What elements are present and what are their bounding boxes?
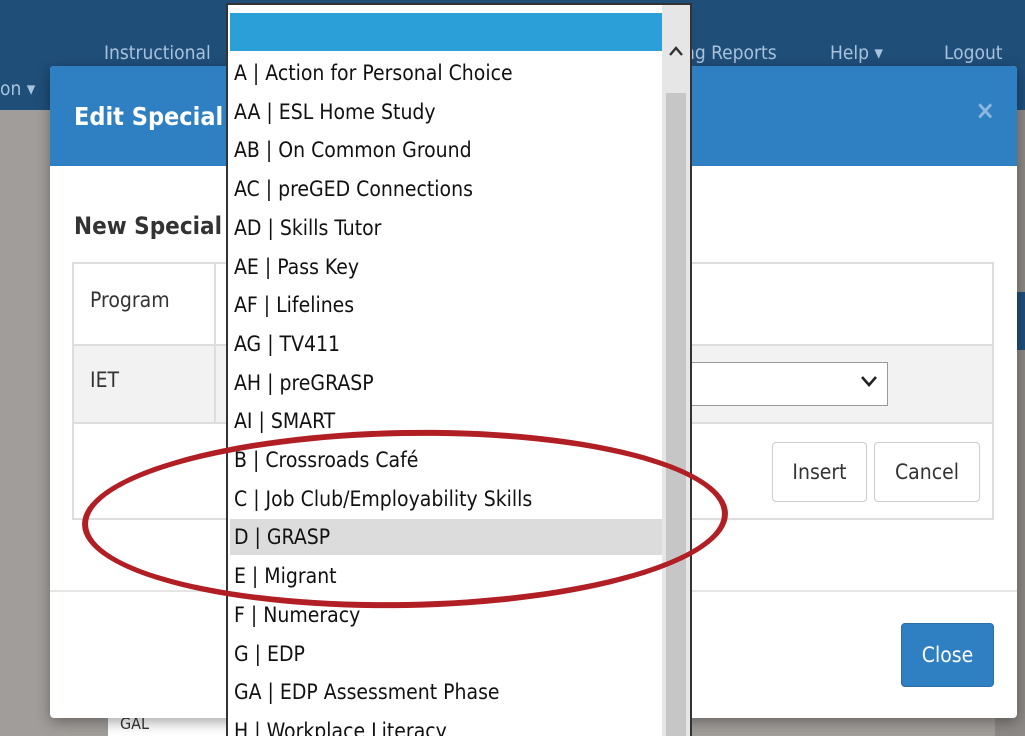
dropdown-option[interactable]: AE | Pass Key bbox=[230, 249, 662, 285]
program-value: IET bbox=[90, 368, 120, 392]
special-select[interactable] bbox=[665, 362, 888, 406]
dropdown-option[interactable]: AH | preGRASP bbox=[230, 365, 662, 401]
cancel-button[interactable]: Cancel bbox=[874, 442, 980, 502]
close-button[interactable]: Close bbox=[901, 623, 994, 687]
dropdown-option[interactable]: AA | ESL Home Study bbox=[230, 94, 662, 130]
dropdown-option[interactable]: B | Crossroads Café bbox=[230, 442, 662, 478]
nav-item-instructional[interactable]: Instructional bbox=[104, 42, 211, 64]
column-header-program: Program bbox=[90, 288, 170, 312]
dropdown-option[interactable]: GA | EDP Assessment Phase bbox=[230, 674, 662, 710]
dropdown-option[interactable]: G | EDP bbox=[230, 636, 662, 672]
dropdown-option[interactable]: AI | SMART bbox=[230, 403, 662, 439]
scrollbar-thumb[interactable] bbox=[666, 93, 686, 736]
dropdown-highlighted-blank-option[interactable] bbox=[230, 13, 662, 51]
dropdown-option[interactable]: AC | preGED Connections bbox=[230, 171, 662, 207]
special-dropdown-list[interactable]: A | Action for Personal Choice AA | ESL H… bbox=[226, 3, 692, 736]
dropdown-option[interactable]: E | Migrant bbox=[230, 558, 662, 594]
section-title: New Special bbox=[74, 212, 222, 240]
dropdown-option[interactable]: AD | Skills Tutor bbox=[230, 210, 662, 246]
scroll-up-arrow-icon[interactable] bbox=[666, 41, 686, 63]
dropdown-option[interactable]: AF | Lifelines bbox=[230, 287, 662, 323]
nav-item-help[interactable]: Help ▾ bbox=[830, 42, 883, 64]
dropdown-option[interactable]: D | GRASP bbox=[230, 519, 662, 556]
dropdown-option[interactable]: H | Workplace Literacy bbox=[230, 713, 662, 736]
modal-title: Edit Special bbox=[74, 102, 224, 131]
dropdown-option[interactable]: AB | On Common Ground bbox=[230, 132, 662, 168]
close-icon[interactable]: × bbox=[975, 96, 995, 126]
chevron-down-icon bbox=[861, 371, 877, 392]
nav-item-reports[interactable]: ng Reports bbox=[684, 42, 777, 64]
dropdown-option[interactable]: C | Job Club/Employability Skills bbox=[230, 481, 662, 517]
column-divider bbox=[214, 264, 216, 422]
dropdown-option[interactable]: A | Action for Personal Choice bbox=[230, 55, 662, 91]
dropdown-option[interactable]: F | Numeracy bbox=[230, 597, 662, 633]
insert-button[interactable]: Insert bbox=[772, 442, 867, 502]
nav-item-partial[interactable]: on ▾ bbox=[0, 78, 35, 100]
nav-item-logout[interactable]: Logout bbox=[944, 42, 1002, 64]
dropdown-option[interactable]: AG | TV411 bbox=[230, 326, 662, 362]
